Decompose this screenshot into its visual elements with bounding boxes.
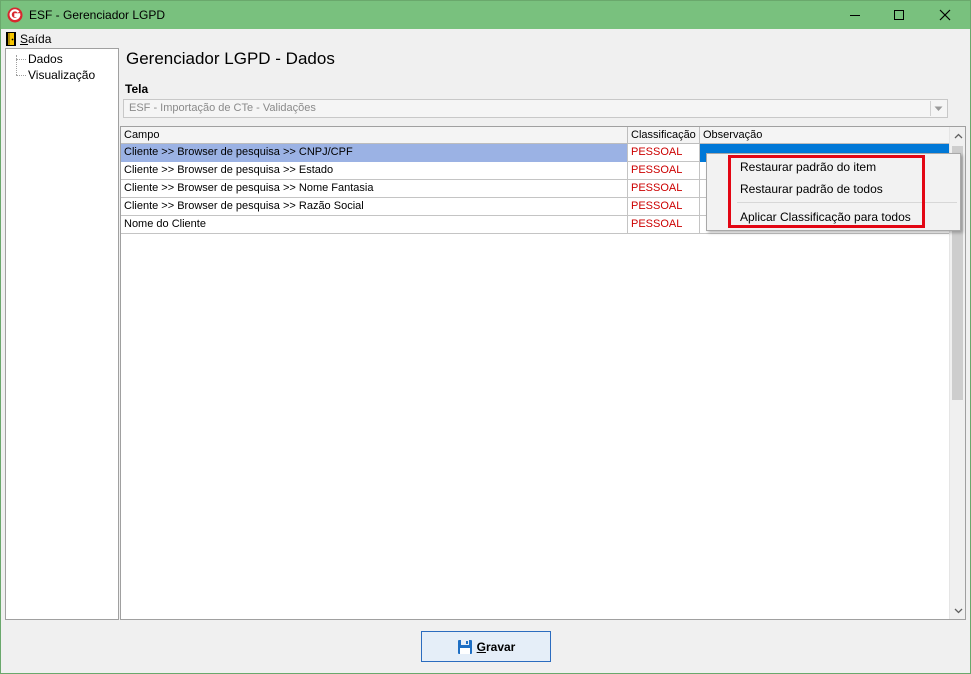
maximize-icon: [894, 10, 904, 20]
column-header-observacao[interactable]: Observação: [700, 127, 950, 144]
column-header-campo[interactable]: Campo: [121, 127, 628, 144]
tree-connector: [16, 55, 17, 75]
tree-item-visualizacao[interactable]: Visualização: [28, 68, 95, 82]
title-bar[interactable]: ESF - Gerenciador LGPD: [1, 1, 970, 29]
minimize-button[interactable]: [832, 1, 878, 29]
tela-select[interactable]: ESF - Importação de CTe - Validações: [123, 99, 948, 118]
chevron-up-icon: [954, 133, 962, 138]
tree-connector: [16, 59, 26, 60]
cell-classificacao[interactable]: PESSOAL: [628, 198, 700, 216]
tela-label: Tela: [125, 82, 149, 96]
exit-door-icon: [6, 31, 16, 46]
tela-select-value: ESF - Importação de CTe - Validações: [129, 102, 316, 114]
chevron-down-icon: [954, 608, 962, 613]
cell-campo[interactable]: Cliente >> Browser de pesquisa >> Estado: [121, 162, 628, 180]
cell-campo[interactable]: Nome do Cliente: [121, 216, 628, 234]
cell-campo[interactable]: Cliente >> Browser de pesquisa >> Razão …: [121, 198, 628, 216]
cell-campo[interactable]: Cliente >> Browser de pesquisa >> Nome F…: [121, 180, 628, 198]
dropdown-arrow-icon[interactable]: [930, 101, 946, 116]
tree-item-dados[interactable]: Dados: [28, 52, 63, 66]
grid-header: Campo Classificação Observação: [121, 127, 950, 144]
save-button[interactable]: Gravar: [421, 631, 551, 662]
save-button-label: Gravar: [476, 639, 516, 654]
column-header-classificacao[interactable]: Classificação: [628, 127, 700, 144]
window-title: ESF - Gerenciador LGPD: [29, 8, 166, 22]
scroll-up-button[interactable]: [950, 127, 966, 144]
navigation-tree: Dados Visualização: [5, 48, 119, 620]
cell-classificacao[interactable]: PESSOAL: [628, 216, 700, 234]
page-title: Gerenciador LGPD - Dados: [126, 49, 335, 68]
floppy-disk-icon: [457, 639, 472, 654]
menu-label-saida: Saída: [20, 31, 52, 46]
app-logo-icon: [7, 7, 23, 23]
minimize-icon: [850, 15, 860, 16]
cell-classificacao[interactable]: PESSOAL: [628, 162, 700, 180]
cell-classificacao[interactable]: PESSOAL: [628, 144, 700, 162]
maximize-button[interactable]: [876, 1, 922, 29]
highlight-annotation: [728, 155, 925, 228]
close-icon: [939, 9, 951, 21]
cell-classificacao[interactable]: PESSOAL: [628, 180, 700, 198]
menu-item-saida[interactable]: Saída: [5, 30, 51, 47]
tree-connector: [16, 75, 26, 76]
close-button[interactable]: [922, 1, 968, 29]
app-window: ESF - Gerenciador LGPD Saída Dados Visua…: [0, 0, 971, 674]
scroll-down-button[interactable]: [950, 602, 966, 619]
menu-bar: Saída: [1, 29, 970, 48]
cell-campo[interactable]: Cliente >> Browser de pesquisa >> CNPJ/C…: [121, 144, 628, 162]
